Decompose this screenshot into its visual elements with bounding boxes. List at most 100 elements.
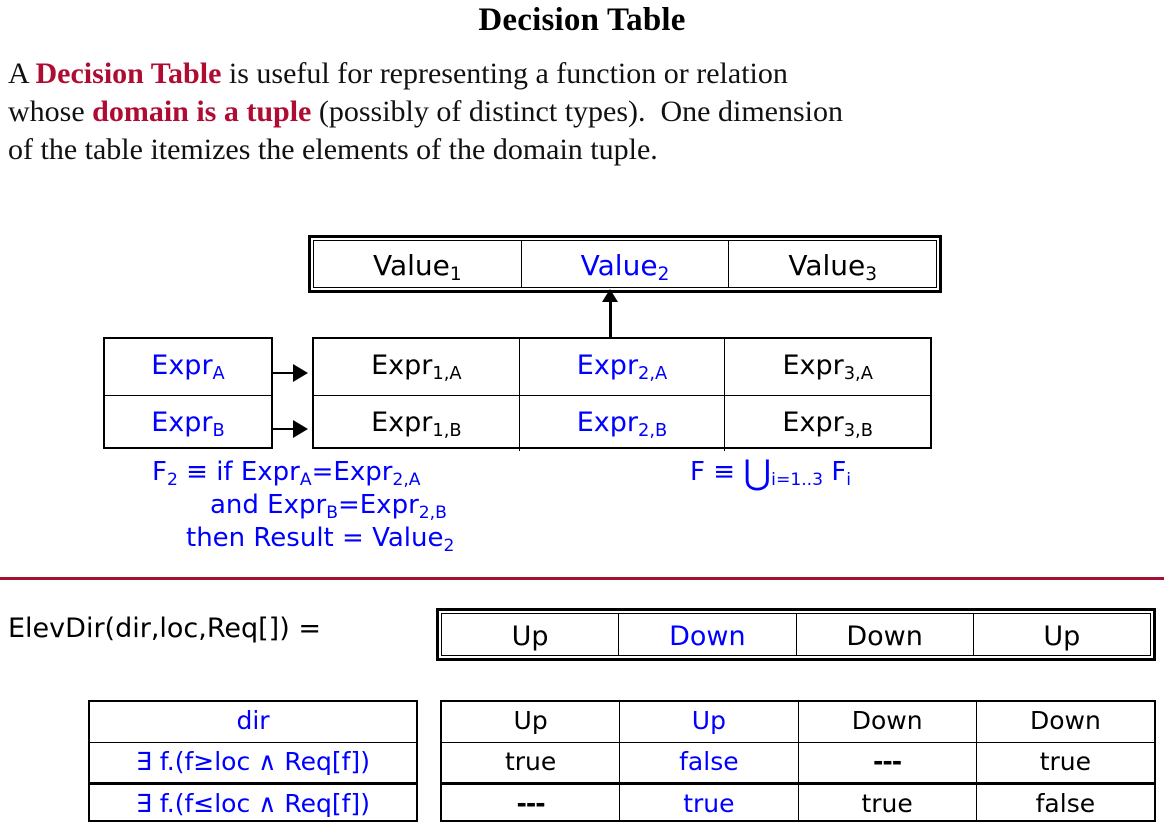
formula-f-term: F	[823, 457, 847, 487]
condition-dir-c4: Down	[1029, 706, 1101, 735]
expr-label-a: ExprA	[105, 339, 271, 395]
expr-cell-2a: Expr2,A	[520, 339, 726, 395]
expr-cell-2a-text: Expr	[576, 350, 639, 381]
value-cell-1-label: Value	[373, 249, 450, 282]
expr-cell-3a-sub: 3,A	[843, 362, 873, 384]
emphasis-decision-table: Decision Table	[35, 57, 222, 90]
condition-dir-c1: Up	[442, 702, 621, 742]
formula-f2-exprb-sub: B	[326, 502, 338, 523]
formula-f2-line2: and ExprB=Expr2,B	[152, 489, 572, 522]
condition-label-exists-ge: ∃ f.(f≥loc ∧ Req[f])	[136, 747, 370, 776]
result-cell-3: Down	[797, 614, 974, 655]
expr-row-label-box: ExprA ExprB	[103, 337, 273, 449]
expr-label-a-text: Expr	[151, 350, 213, 381]
expr-cell-3b-sub: 3,B	[843, 419, 873, 441]
condition-ge-c4: true	[1039, 747, 1092, 776]
elevdir-signature: ElevDir(dir,loc,Req[]) =	[8, 613, 321, 644]
result-cell-1: Up	[442, 614, 620, 655]
expr-cell-3a: Expr3,A	[725, 339, 930, 395]
condition-label-row-ge: ∃ f.(f≥loc ∧ Req[f])	[90, 742, 416, 782]
condition-label-row-dir: dir	[90, 702, 416, 742]
expr-label-a-sub: A	[212, 362, 225, 384]
formula-f-term-sub: i	[846, 469, 852, 490]
condition-le-c4: false	[1035, 789, 1096, 818]
section-divider	[0, 577, 1164, 580]
emphasis-domain-tuple: domain is a tuple	[92, 95, 312, 128]
expr-cell-1b: Expr1,B	[314, 396, 520, 451]
result-cell-2: Down	[619, 614, 797, 655]
expr-cell-2b-text: Expr	[576, 407, 639, 438]
formula-f: F ≡ ⋃i=1..3 Fi	[690, 456, 950, 490]
expr-label-b: ExprB	[105, 396, 271, 451]
arrow-up-icon	[602, 289, 618, 342]
expr-cell-2a-sub: 2,A	[638, 362, 668, 384]
formula-f2-then: then Result = Value	[186, 523, 444, 553]
condition-le-c3: true	[799, 785, 977, 822]
condition-ge-c1: true	[442, 743, 621, 782]
condition-row-ge: true false --- true	[442, 742, 1154, 782]
expr-cell-1a-text: Expr	[371, 350, 433, 381]
condition-row-dir: Up Up Down Down	[442, 702, 1154, 742]
formula-f2-expra-sub: A	[299, 469, 312, 490]
formula-f2-f-sub: 2	[166, 469, 178, 490]
value-cell-1-sub: 1	[449, 264, 462, 286]
expr-label-b-text: Expr	[151, 407, 213, 438]
expr-cell-1a: Expr1,A	[314, 339, 520, 395]
condition-value-table: Up Up Down Down true false --- true --- …	[440, 700, 1156, 822]
expr-cell-2b: Expr2,B	[520, 396, 726, 451]
union-operator-icon: ⋃	[743, 453, 772, 493]
formula-f2: F2 ≡ if ExprA=Expr2,A and ExprB=Expr2,B …	[152, 456, 572, 555]
condition-label-exists-le: ∃ f.(f≤loc ∧ Req[f])	[136, 789, 370, 818]
expr-cell-2b-sub: 2,B	[638, 419, 668, 441]
condition-ge-c2: false	[620, 743, 799, 782]
condition-dir-c2: Up	[620, 702, 799, 742]
formula-f-lhs: F ≡	[690, 457, 744, 487]
expr-cell-1b-sub: 1,B	[432, 419, 462, 441]
formula-f2-expr2b-sub: 2,B	[418, 502, 447, 523]
condition-label-dir: dir	[236, 706, 270, 735]
formula-f-index: i=1..3	[771, 469, 824, 490]
formula-f2-line1: F2 ≡ if ExprA=Expr2,A	[152, 457, 421, 490]
result-cell-4: Up	[1043, 621, 1081, 652]
expr-cell-1a-sub: 1,A	[432, 362, 462, 384]
expr-label-row-b: ExprB	[105, 395, 271, 451]
value-cell-3: Value3	[729, 241, 936, 287]
value-cell-2-label: Value	[580, 249, 658, 282]
arrow-right-icon-row-a	[273, 364, 308, 382]
page-title: Decision Table	[478, 2, 686, 38]
arrow-right-icon-row-b	[273, 420, 308, 438]
formula-f2-and: and Expr	[210, 490, 327, 520]
formula-f2-f: F	[152, 457, 167, 487]
formula-f2-eq: =Expr	[311, 457, 393, 487]
formula-f2-expr2a-sub: 2,A	[392, 469, 421, 490]
condition-label-table: dir ∃ f.(f≥loc ∧ Req[f]) ∃ f.(f≤loc ∧ Re…	[88, 700, 418, 822]
value-cell-3-sub: 3	[865, 264, 877, 286]
value-cell-2-sub: 2	[657, 264, 670, 286]
expr-cell-3b-text: Expr	[782, 407, 844, 438]
intro-text-pre: A	[8, 57, 36, 90]
condition-le-c1: ---	[442, 785, 621, 822]
expr-label-row-a: ExprA	[105, 339, 271, 395]
formula-f2-eq2: =Expr	[337, 490, 419, 520]
expr-cell-3a-text: Expr	[782, 350, 844, 381]
condition-ge-c3: ---	[799, 743, 977, 782]
value-row: Value1 Value2 Value3	[313, 240, 937, 288]
value-cell-3-label: Value	[788, 249, 866, 282]
expr-table-row-a: Expr1,A Expr2,A Expr3,A	[314, 339, 930, 395]
intro-paragraph: A Decision Table is useful for represent…	[8, 55, 1158, 169]
formula-f2-line3: then Result = Value2	[152, 522, 572, 555]
expr-table-row-b: Expr1,B Expr2,B Expr3,B	[314, 395, 930, 451]
elevdir-result-frame: Up Down Down Up	[436, 608, 1156, 661]
value-cell-1: Value1	[314, 241, 522, 287]
formula-f2-if: ≡ if Expr	[177, 457, 300, 487]
expr-label-b-sub: B	[212, 419, 225, 441]
value-row-frame: Value1 Value2 Value3	[308, 235, 942, 293]
expr-table: Expr1,A Expr2,A Expr3,A Expr1,B Expr2,B …	[312, 337, 932, 451]
expr-cell-3b: Expr3,B	[725, 396, 930, 451]
expr-cell-1b-text: Expr	[371, 407, 433, 438]
value-cell-2: Value2	[522, 241, 730, 287]
condition-label-row-le: ∃ f.(f≤loc ∧ Req[f])	[90, 782, 416, 822]
condition-row-le: --- true true false	[442, 782, 1154, 822]
formula-f2-value-sub: 2	[443, 535, 455, 556]
elevdir-result-row: Up Down Down Up	[441, 613, 1151, 656]
